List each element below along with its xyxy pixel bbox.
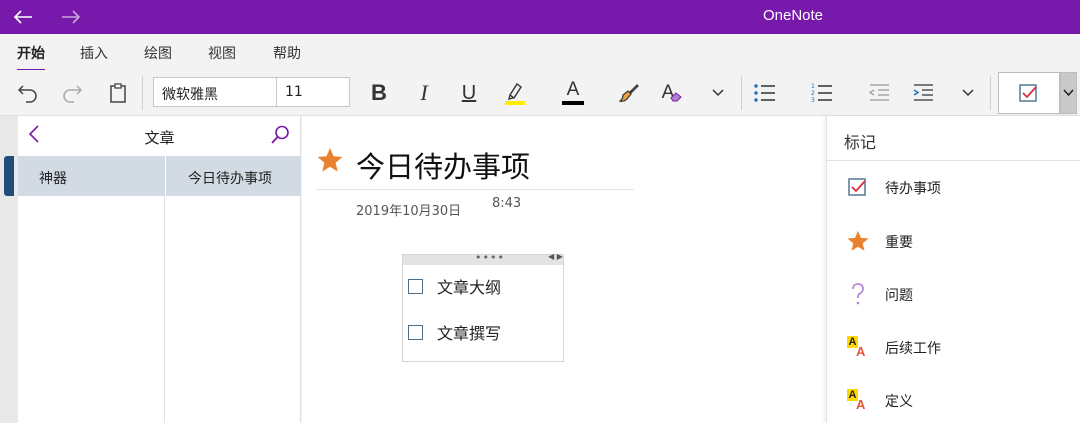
tag-label: 问题	[885, 288, 913, 304]
note-resize-arrows[interactable]: ◀ ▶	[548, 252, 563, 261]
font-color-swatch	[562, 101, 584, 105]
highlight-button[interactable]	[500, 78, 530, 108]
tag-item-question[interactable]: 问题	[827, 274, 1080, 314]
tag-selector-box[interactable]	[998, 72, 1060, 114]
notebook-title: 文章	[144, 129, 175, 147]
clear-format-button[interactable]: A	[658, 78, 686, 108]
svg-text:3: 3	[811, 97, 815, 104]
todo-checkbox[interactable]	[408, 324, 423, 340]
paintbrush-icon	[618, 84, 639, 102]
tag-item-definition[interactable]: AA 定义	[827, 380, 1080, 420]
chevron-down-icon	[1063, 89, 1074, 97]
highlighter-icon	[505, 82, 525, 105]
tag-item-todo[interactable]: 待办事项	[827, 167, 1080, 207]
chevron-down-icon	[962, 89, 974, 97]
tags-pane-divider	[827, 160, 1080, 161]
toolbar-separator	[142, 76, 143, 110]
font-size-box[interactable]: 11	[276, 77, 350, 107]
section-item[interactable]: 神器	[18, 156, 165, 196]
section-color-tab[interactable]	[4, 156, 14, 196]
tab-draw[interactable]: 绘图	[144, 43, 172, 63]
tag-dropdown-button[interactable]	[1060, 72, 1077, 114]
font-more-dropdown[interactable]	[706, 78, 730, 108]
navigation-pane: 文章 神器 今日待办事项	[18, 116, 301, 423]
redo-button[interactable]	[58, 78, 86, 108]
section-list: 神器	[18, 156, 165, 423]
home-toolbar: 微软雅黑 11 B I U A A 123	[0, 70, 1080, 116]
clipboard-icon	[110, 83, 126, 103]
bold-button[interactable]: B	[366, 78, 392, 108]
decrease-indent-button[interactable]	[865, 78, 893, 108]
todo-item: 文章大纲	[408, 274, 501, 298]
tag-label: 待办事项	[885, 181, 941, 197]
numbering-button[interactable]: 123	[808, 78, 836, 108]
italic-button[interactable]: I	[411, 78, 437, 108]
svg-text:1: 1	[811, 83, 815, 90]
search-button[interactable]	[270, 125, 290, 149]
tab-home[interactable]: 开始	[17, 43, 45, 72]
font-name-box[interactable]: 微软雅黑	[153, 77, 277, 107]
todo-item: 文章撰写	[408, 320, 501, 344]
aa-glyph: A	[856, 344, 866, 359]
star-icon	[847, 229, 869, 253]
font-color-button[interactable]: A	[558, 78, 588, 108]
search-icon	[271, 125, 289, 144]
star-icon	[317, 148, 343, 172]
tab-help[interactable]: 帮助	[273, 43, 301, 63]
checkbox-checked-icon	[847, 175, 869, 199]
svg-text:2: 2	[811, 90, 815, 97]
note-container[interactable]: •••• ◀ ▶ 文章大纲 文章撰写	[402, 251, 564, 362]
page-time: 8:43	[492, 196, 522, 211]
aa-glyph: A	[856, 397, 866, 412]
increase-indent-button[interactable]	[909, 78, 937, 108]
todo-text[interactable]: 文章撰写	[437, 320, 501, 344]
chevron-down-icon	[712, 89, 724, 97]
page-item[interactable]: 今日待办事项	[166, 156, 301, 196]
highlight-aa-icon: AA	[847, 335, 869, 359]
indent-icon	[913, 84, 933, 101]
highlight-aa-icon: AA	[847, 388, 869, 412]
paragraph-more-dropdown[interactable]	[956, 78, 980, 108]
question-icon	[847, 282, 869, 306]
tag-label: 后续工作	[885, 341, 941, 357]
todo-text[interactable]: 文章大纲	[437, 274, 501, 298]
tags-pane-title: 标记	[844, 133, 877, 152]
tag-item-important[interactable]: 重要	[827, 221, 1080, 261]
checkbox-checked-icon	[1019, 84, 1037, 102]
title-underline	[316, 189, 634, 190]
tags-pane: 标记 待办事项 重要 问题 AA 后续工作 AA 定义	[826, 116, 1080, 423]
tag-label: 重要	[885, 235, 913, 251]
tab-view[interactable]: 视图	[208, 43, 236, 63]
page-title[interactable]: 今日待办事项	[356, 144, 530, 186]
outdent-icon	[868, 84, 889, 101]
format-painter-button[interactable]	[615, 78, 643, 108]
tag-item-followup[interactable]: AA 后续工作	[827, 327, 1080, 367]
paste-button[interactable]	[104, 78, 132, 108]
font-color-letter: A	[566, 79, 580, 100]
navigation-header: 文章	[18, 116, 301, 156]
tag-label: 定义	[885, 394, 913, 410]
app-title: OneNote	[0, 7, 1080, 24]
ribbon-tabs: 开始 插入 绘图 视图 帮助	[0, 34, 1080, 72]
title-bar: OneNote	[0, 0, 1080, 34]
toolbar-separator	[990, 76, 991, 110]
undo-button[interactable]	[14, 78, 42, 108]
tab-insert[interactable]: 插入	[80, 43, 108, 63]
page-date: 2019年10月30日	[356, 204, 462, 219]
bullets-button[interactable]	[751, 78, 779, 108]
undo-icon	[17, 85, 37, 103]
redo-icon	[63, 85, 83, 103]
note-handle-dots: ••••	[475, 251, 505, 264]
underline-button[interactable]: U	[456, 78, 482, 108]
page-canvas[interactable]: 今日待办事项 2019年10月30日 8:43 •••• ◀ ▶ 文章大纲 文章…	[302, 116, 826, 423]
todo-checkbox[interactable]	[408, 278, 423, 294]
toolbar-separator	[741, 76, 742, 110]
app-title-text: OneNote	[762, 7, 824, 24]
numbered-list-icon: 123	[811, 83, 832, 104]
note-drag-handle[interactable]: •••• ◀ ▶	[403, 251, 563, 265]
eraser-icon	[670, 92, 683, 102]
bullet-list-icon	[754, 84, 775, 102]
